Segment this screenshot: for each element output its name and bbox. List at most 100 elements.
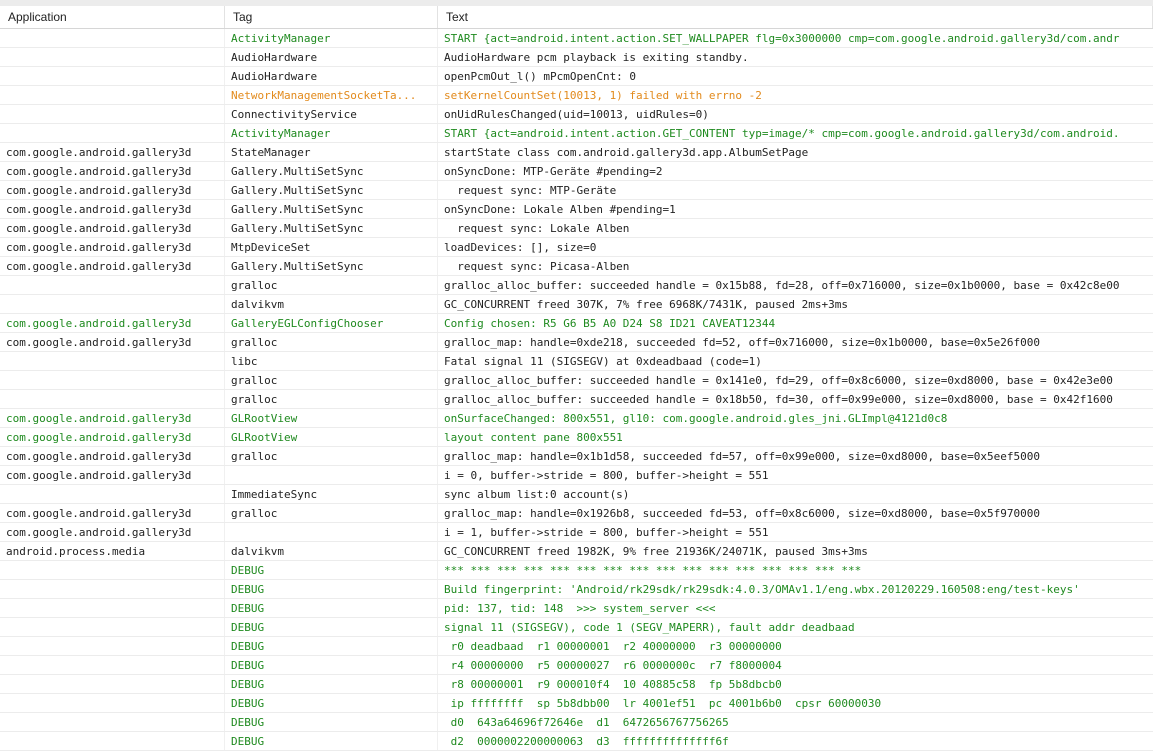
log-row[interactable]: ImmediateSync sync album list:0 account(s… <box>0 485 1153 504</box>
log-row[interactable]: AudioHardware AudioHardware pcm playback … <box>0 48 1153 67</box>
log-application-cell <box>0 713 225 731</box>
log-application-cell: android.process.media <box>0 542 225 560</box>
log-row[interactable]: ConnectivityService onUidRulesChanged(uid… <box>0 105 1153 124</box>
log-row[interactable]: DEBUG *** *** *** *** *** *** *** *** ***… <box>0 561 1153 580</box>
log-row[interactable]: NetworkManagementSocketTa... setKernelCou… <box>0 86 1153 105</box>
log-tag-cell: ImmediateSync <box>225 485 438 503</box>
log-application-cell <box>0 675 225 693</box>
log-text-cell: request sync: Lokale Alben <box>444 221 630 235</box>
log-row[interactable]: com.google.android.gallery3d Gallery.Mult… <box>0 219 1153 238</box>
log-text-cell: Fatal signal 11 (SIGSEGV) at 0xdeadbaad … <box>444 354 762 368</box>
log-application-cell: com.google.android.gallery3d <box>0 409 225 427</box>
log-row[interactable]: DEBUG r0 deadbaad r1 00000001 r2 4000000… <box>0 637 1153 656</box>
log-tag-cell: DEBUG <box>225 618 438 636</box>
column-header-label: Tag <box>233 10 253 24</box>
log-row[interactable]: com.google.android.gallery3d gralloc grall… <box>0 504 1153 523</box>
log-application-cell <box>0 371 225 389</box>
log-row[interactable]: com.google.android.gallery3d GalleryEGLCo… <box>0 314 1153 333</box>
log-text-cell: onUidRulesChanged(uid=10013, uidRules=0) <box>444 107 709 121</box>
log-row[interactable]: com.google.android.gallery3d Gallery.Mult… <box>0 181 1153 200</box>
log-tag-cell: dalvikvm <box>225 542 438 560</box>
log-text-cell: r8 00000001 r9 000010f4 10 40885c58 fp 5… <box>444 677 782 691</box>
log-text-cell: openPcmOut_l() mPcmOpenCnt: 0 <box>444 69 637 83</box>
log-tag-cell: Gallery.MultiSetSync <box>225 219 438 237</box>
log-row[interactable]: com.google.android.gallery3d Gallery.Mult… <box>0 200 1153 219</box>
log-row[interactable]: android.process.media dalvikvm GC_CONCURRE… <box>0 542 1153 561</box>
log-text-cell: gralloc_map: handle=0x1926b8, succeeded … <box>444 506 1041 520</box>
log-application-cell <box>0 390 225 408</box>
column-header-tag[interactable]: Tag <box>225 6 438 28</box>
log-text-cell: onSyncDone: MTP-Geräte #pending=2 <box>444 164 663 178</box>
log-row[interactable]: libc Fatal signal 11 (SIGSEGV) at 0xdeadb… <box>0 352 1153 371</box>
log-row[interactable]: com.google.android.gallery3d i = 0, buffe… <box>0 466 1153 485</box>
log-text-cell: START {act=android.intent.action.SET_WAL… <box>444 31 1120 45</box>
log-tag-cell: Gallery.MultiSetSync <box>225 162 438 180</box>
log-text-cell: setKernelCountSet(10013, 1) failed with … <box>444 88 762 102</box>
log-tag-cell: dalvikvm <box>225 295 438 313</box>
log-tag-cell: Gallery.MultiSetSync <box>225 257 438 275</box>
log-tag-cell <box>225 523 438 541</box>
log-tag-cell: ActivityManager <box>225 29 438 47</box>
log-text-cell: gralloc_alloc_buffer: succeeded handle =… <box>444 373 1113 387</box>
log-text-cell: gralloc_map: handle=0x1b1d58, succeeded … <box>444 449 1041 463</box>
log-tag-cell: libc <box>225 352 438 370</box>
log-application-cell <box>0 656 225 674</box>
log-application-cell <box>0 295 225 313</box>
log-row[interactable]: DEBUG d2 0000002200000063 d3 fffffffffff… <box>0 732 1153 751</box>
log-row[interactable]: ActivityManager START {act=android.intent… <box>0 124 1153 143</box>
log-row[interactable]: DEBUG r4 00000000 r5 00000027 r6 0000000… <box>0 656 1153 675</box>
log-row[interactable]: ActivityManager START {act=android.intent… <box>0 29 1153 48</box>
log-row[interactable]: DEBUG pid: 137, tid: 148 >>> system_serve… <box>0 599 1153 618</box>
log-tag-cell: gralloc <box>225 371 438 389</box>
column-header-label: Text <box>446 10 469 24</box>
log-row[interactable]: DEBUG signal 11 (SIGSEGV), code 1 (SEGV_M… <box>0 618 1153 637</box>
log-text-cell: request sync: MTP-Geräte <box>444 183 617 197</box>
log-tag-cell: NetworkManagementSocketTa... <box>225 86 438 104</box>
log-row[interactable]: dalvikvm GC_CONCURRENT freed 307K, 7% fre… <box>0 295 1153 314</box>
log-application-cell <box>0 694 225 712</box>
log-row[interactable]: gralloc gralloc_alloc_buffer: succeeded h… <box>0 390 1153 409</box>
log-tag-cell: ConnectivityService <box>225 105 438 123</box>
log-row[interactable]: com.google.android.gallery3d Gallery.Mult… <box>0 162 1153 181</box>
log-row[interactable]: com.google.android.gallery3d GLRootView on… <box>0 409 1153 428</box>
log-application-cell: com.google.android.gallery3d <box>0 181 225 199</box>
log-application-cell: com.google.android.gallery3d <box>0 143 225 161</box>
log-application-cell: com.google.android.gallery3d <box>0 447 225 465</box>
log-application-cell <box>0 29 225 47</box>
log-row[interactable]: DEBUG ip ffffffff sp 5b8dbb00 lr 4001ef5… <box>0 694 1153 713</box>
column-header-text[interactable]: Text <box>438 6 1153 28</box>
log-text-cell: pid: 137, tid: 148 >>> system_server <<< <box>444 601 716 615</box>
log-application-cell <box>0 599 225 617</box>
log-row[interactable]: DEBUG Build fingerprint: 'Android/rk29sdk… <box>0 580 1153 599</box>
log-row[interactable]: com.google.android.gallery3d Gallery.Mult… <box>0 257 1153 276</box>
log-row[interactable]: DEBUG d0 643a64696f72646e d1 64726567677… <box>0 713 1153 732</box>
log-tag-cell: gralloc <box>225 333 438 351</box>
log-row[interactable]: com.google.android.gallery3d gralloc grall… <box>0 447 1153 466</box>
log-text-cell: Config chosen: R5 G6 B5 A0 D24 S8 ID21 C… <box>444 316 776 330</box>
log-row[interactable]: com.google.android.gallery3d i = 1, buffe… <box>0 523 1153 542</box>
log-row[interactable]: DEBUG r8 00000001 r9 000010f4 10 40885c5… <box>0 675 1153 694</box>
log-text-cell: *** *** *** *** *** *** *** *** *** *** … <box>444 563 862 577</box>
log-text-cell: signal 11 (SIGSEGV), code 1 (SEGV_MAPERR… <box>444 620 855 634</box>
log-row[interactable]: com.google.android.gallery3d GLRootView la… <box>0 428 1153 447</box>
log-text-cell: i = 1, buffer->stride = 800, buffer->hei… <box>444 525 769 539</box>
log-rows: ActivityManager START {act=android.intent… <box>0 29 1153 751</box>
log-row[interactable]: gralloc gralloc_alloc_buffer: succeeded h… <box>0 276 1153 295</box>
log-text-cell: r0 deadbaad r1 00000001 r2 40000000 r3 0… <box>444 639 782 653</box>
log-tag-cell: DEBUG <box>225 675 438 693</box>
column-header-application[interactable]: Application <box>0 6 225 28</box>
log-text-cell: GC_CONCURRENT freed 1982K, 9% free 21936… <box>444 544 868 558</box>
log-text-cell: Build fingerprint: 'Android/rk29sdk/rk29… <box>444 582 1080 596</box>
log-application-cell <box>0 86 225 104</box>
log-application-cell <box>0 124 225 142</box>
log-text-cell: AudioHardware pcm playback is exiting st… <box>444 50 749 64</box>
log-text-cell: d0 643a64696f72646e d1 6472656767756265 <box>444 715 729 729</box>
logcat-table: Application Tag Text ActivityManager STAR… <box>0 6 1153 751</box>
log-text-cell: gralloc_alloc_buffer: succeeded handle =… <box>444 278 1120 292</box>
log-row[interactable]: com.google.android.gallery3d gralloc grall… <box>0 333 1153 352</box>
log-row[interactable]: gralloc gralloc_alloc_buffer: succeeded h… <box>0 371 1153 390</box>
log-application-cell: com.google.android.gallery3d <box>0 257 225 275</box>
log-row[interactable]: com.google.android.gallery3d MtpDeviceSet… <box>0 238 1153 257</box>
log-row[interactable]: com.google.android.gallery3d StateManager… <box>0 143 1153 162</box>
log-row[interactable]: AudioHardware openPcmOut_l() mPcmOpenCnt:… <box>0 67 1153 86</box>
